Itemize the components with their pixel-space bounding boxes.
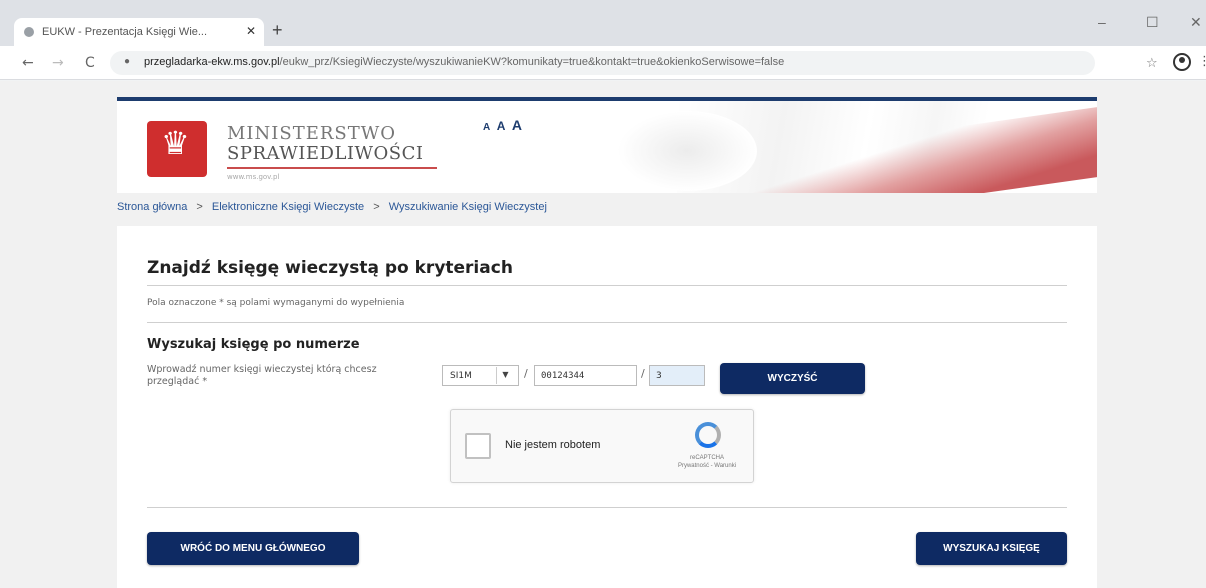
breadcrumb-home[interactable]: Strona główna: [117, 201, 187, 213]
breadcrumb-separator: >: [196, 201, 203, 213]
ministry-underline: [227, 167, 437, 169]
divider: [147, 285, 1067, 286]
divider: [147, 322, 1067, 323]
back-to-menu-button[interactable]: WRÓĆ DO MENU GŁÓWNEGO: [147, 532, 359, 565]
required-fields-note: Pola oznaczone * są polami wymaganymi do…: [147, 298, 405, 308]
font-size-large-button[interactable]: A: [512, 117, 522, 133]
site-header: ♛ MINISTERSTWO SPRAWIEDLIWOŚCI www.ms.go…: [117, 97, 1097, 193]
ministry-name-line2[interactable]: SPRAWIEDLIWOŚCI: [227, 143, 423, 164]
tab-close-icon[interactable]: ✕: [246, 24, 256, 38]
address-bar[interactable]: ● przegladarka-ekw.ms.gov.pl/eukw_prz/Ks…: [110, 51, 1095, 75]
url-path: /eukw_prz/KsiegiWieczyste/wyszukiwanieKW…: [279, 56, 785, 68]
lock-icon[interactable]: ●: [124, 56, 130, 67]
browser-menu-icon[interactable]: ⋮: [1198, 54, 1206, 69]
profile-avatar-icon[interactable]: [1173, 53, 1191, 71]
slash-separator: /: [641, 367, 645, 380]
reload-icon[interactable]: C: [85, 55, 95, 71]
tab-title: EUKW - Prezentacja Księgi Wie...: [42, 26, 208, 38]
recaptcha-checkbox[interactable]: [465, 433, 491, 459]
recaptcha-brand: reCAPTCHA Prywatność - Warunki: [667, 454, 747, 471]
breadcrumb-ekw[interactable]: Elektroniczne Księgi Wieczyste: [212, 201, 364, 213]
browser-tab[interactable]: EUKW - Prezentacja Księgi Wie... ✕: [14, 18, 264, 46]
minimize-window-button[interactable]: –: [1098, 14, 1106, 30]
browser-tab-bar: EUKW - Prezentacja Księgi Wie... ✕ + – ☐…: [0, 0, 1206, 46]
back-arrow-icon[interactable]: ←: [22, 55, 34, 71]
recaptcha-label: Nie jestem robotem: [505, 439, 601, 451]
search-form-panel: Znajdź księgę wieczystą po kryteriach Po…: [117, 226, 1097, 588]
forward-arrow-icon[interactable]: →: [52, 55, 64, 71]
recaptcha-logo-icon: [695, 422, 721, 448]
breadcrumb: Strona główna > Elektroniczne Księgi Wie…: [117, 201, 1097, 213]
kw-number-input[interactable]: 00124344: [534, 365, 637, 386]
new-tab-button[interactable]: +: [272, 20, 283, 41]
recaptcha-links[interactable]: Prywatność - Warunki: [667, 462, 747, 470]
browser-toolbar: ← → C ● przegladarka-ekw.ms.gov.pl/eukw_…: [0, 46, 1206, 80]
eagle-emblem-icon[interactable]: ♛: [147, 121, 207, 177]
page-title: Znajdź księgę wieczystą po kryteriach: [147, 258, 513, 278]
divider: [147, 507, 1067, 508]
kw-court-code-value: SI1M: [450, 371, 472, 381]
page-content: ♛ MINISTERSTWO SPRAWIEDLIWOŚCI www.ms.go…: [0, 81, 1206, 588]
kw-check-digit-input[interactable]: 3: [649, 365, 705, 386]
close-window-button[interactable]: ✕: [1190, 14, 1202, 31]
search-kw-button[interactable]: WYSZUKAJ KSIĘGĘ: [916, 532, 1067, 565]
recaptcha-widget: Nie jestem robotem reCAPTCHA Prywatność …: [450, 409, 754, 483]
ministry-name-line1[interactable]: MINISTERSTWO: [227, 123, 396, 144]
font-size-small-button[interactable]: A: [483, 122, 490, 133]
dropdown-arrow-icon[interactable]: ▼: [496, 367, 514, 384]
ministry-url: www.ms.gov.pl: [227, 173, 280, 181]
section-title: Wyszukaj księgę po numerze: [147, 337, 360, 352]
kw-number-label: Wprowadź numer księgi wieczystej którą c…: [147, 364, 377, 388]
url-host: przegladarka-ekw.ms.gov.pl: [144, 56, 280, 68]
bookmark-star-icon[interactable]: ☆: [1146, 56, 1158, 71]
maximize-window-button[interactable]: ☐: [1146, 14, 1159, 31]
clear-button[interactable]: WYCZYŚĆ: [720, 363, 865, 394]
recaptcha-brand-name: reCAPTCHA: [689, 455, 724, 461]
slash-separator: /: [524, 367, 528, 380]
favicon-icon: [24, 27, 34, 37]
breadcrumb-current: Wyszukiwanie Księgi Wieczystej: [388, 201, 547, 213]
kw-court-code-select[interactable]: SI1M ▼: [442, 365, 519, 386]
breadcrumb-separator: >: [373, 201, 380, 213]
font-size-medium-button[interactable]: A: [497, 119, 506, 133]
font-size-controls: A A A: [483, 117, 524, 135]
